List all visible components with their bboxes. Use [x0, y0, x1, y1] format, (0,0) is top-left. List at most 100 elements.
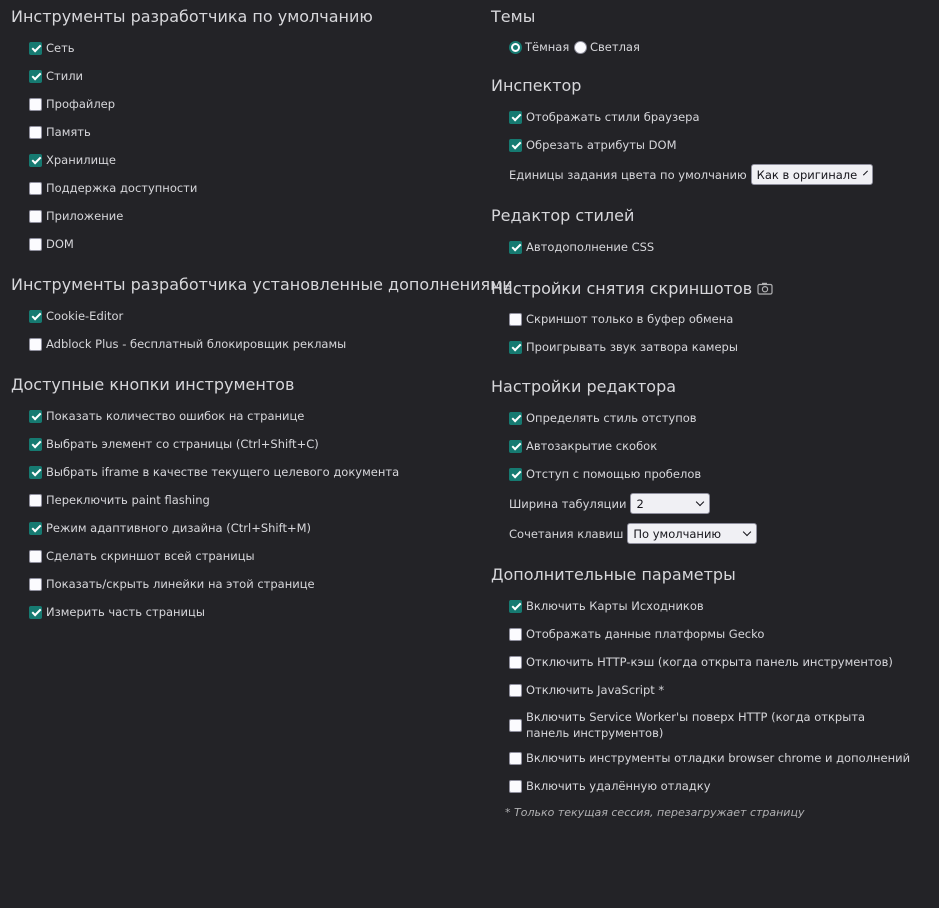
checkbox-label: Отображать стили браузера [526, 110, 700, 124]
profiler-checkbox[interactable] [29, 97, 42, 111]
toolbox-buttons-heading: Доступные кнопки инструментов [11, 375, 295, 394]
checkbox-row-pick-iframe[interactable]: Выбрать iframe в качестве текущего целев… [29, 465, 399, 479]
checkbox-label: Включить Карты Исходников [526, 599, 704, 613]
checkbox-row-measure[interactable]: Измерить часть страницы [29, 605, 205, 619]
light-theme-radio[interactable] [574, 40, 587, 54]
storage-checkbox[interactable] [29, 153, 42, 167]
detect-indent-checkbox[interactable] [509, 411, 522, 425]
checkbox-row-detect-indent[interactable]: Определять стиль отступов [509, 411, 697, 425]
cookie-editor-checkbox[interactable] [29, 309, 42, 323]
checkbox-label: Режим адаптивного дизайна (Ctrl+Shift+M) [46, 521, 312, 535]
checkbox-row-storage[interactable]: Хранилище [29, 153, 116, 167]
checkbox-label: Показать/скрыть линейки на этой странице [46, 577, 315, 591]
radio-row-light[interactable]: Светлая [574, 40, 640, 54]
checkbox-row-styles[interactable]: Стили [29, 69, 83, 83]
checkbox-label: Поддержка доступности [46, 181, 198, 195]
checkbox-row-browser-styles[interactable]: Отображать стили браузера [509, 110, 700, 124]
checkbox-label: Проигрывать звук затвора камеры [526, 340, 738, 354]
keymap-row: Сочетания клавиш По умолчанию [509, 523, 758, 544]
checkbox-label: Переключить paint flashing [46, 493, 210, 507]
chrome-debugging-checkbox[interactable] [509, 751, 522, 765]
checkbox-row-source-maps[interactable]: Включить Карты Исходников [509, 599, 704, 613]
accessibility-checkbox[interactable] [29, 181, 42, 195]
application-checkbox[interactable] [29, 209, 42, 223]
camera-icon [757, 282, 773, 295]
service-workers-checkbox[interactable] [509, 718, 522, 732]
responsive-design-checkbox[interactable] [29, 521, 42, 535]
checkbox-row-adblock[interactable]: Adblock Plus - бесплатный блокировщик ре… [29, 337, 346, 351]
truncate-dom-checkbox[interactable] [509, 138, 522, 152]
network-checkbox[interactable] [29, 41, 42, 55]
chevron-down-icon [743, 527, 752, 537]
tab-width-select[interactable]: 2 [630, 493, 711, 514]
checkbox-row-profiler[interactable]: Профайлер [29, 97, 115, 111]
checkbox-row-disable-cache[interactable]: Отключить HTTP-кэш (когда открыта панель… [509, 655, 893, 669]
pick-iframe-checkbox[interactable] [29, 465, 42, 479]
disable-cache-checkbox[interactable] [509, 655, 522, 669]
checkbox-row-truncate-dom[interactable]: Обрезать атрибуты DOM [509, 138, 677, 152]
dark-theme-radio[interactable] [509, 40, 522, 54]
checkbox-row-rulers[interactable]: Показать/скрыть линейки на этой странице [29, 577, 315, 591]
checkbox-row-shutter-sound[interactable]: Проигрывать звук затвора камеры [509, 340, 738, 354]
shutter-sound-checkbox[interactable] [509, 340, 522, 354]
checkbox-row-service-workers[interactable]: Включить Service Worker'ы поверх HTTP (к… [509, 709, 889, 741]
remote-debugging-checkbox[interactable] [509, 779, 522, 793]
checkbox-label: Включить Service Worker'ы поверх HTTP (к… [526, 710, 866, 740]
autoclose-brackets-checkbox[interactable] [509, 439, 522, 453]
default-tools-heading: Инструменты разработчика по умолчанию [11, 7, 373, 26]
checkbox-row-css-autocomplete[interactable]: Автодополнение CSS [509, 240, 654, 254]
checkbox-row-chrome-debugging[interactable]: Включить инструменты отладки browser chr… [509, 751, 910, 765]
checkbox-row-application[interactable]: Приложение [29, 209, 123, 223]
checkbox-row-accessibility[interactable]: Поддержка доступности [29, 181, 197, 195]
checkbox-label: Выбрать элемент со страницы (Ctrl+Shift+… [46, 437, 319, 451]
checkbox-row-autoclose-brackets[interactable]: Автозакрытие скобок [509, 439, 657, 453]
checkbox-row-error-count[interactable]: Показать количество ошибок на странице [29, 409, 304, 423]
styles-checkbox[interactable] [29, 69, 42, 83]
adblock-checkbox[interactable] [29, 337, 42, 351]
advanced-heading: Дополнительные параметры [491, 565, 736, 584]
radio-row-dark[interactable]: Тёмная [509, 40, 569, 54]
checkbox-row-screenshot[interactable]: Сделать скриншот всей страницы [29, 549, 255, 563]
measure-checkbox[interactable] [29, 605, 42, 619]
checkbox-row-paint-flashing[interactable]: Переключить paint flashing [29, 493, 210, 507]
checkbox-row-memory[interactable]: Память [29, 125, 91, 139]
checkbox-label: Автозакрытие скобок [526, 439, 658, 453]
source-maps-checkbox[interactable] [509, 599, 522, 613]
checkbox-label: Выбрать iframe в качестве текущего целев… [46, 465, 400, 479]
screenshot-checkbox[interactable] [29, 549, 42, 563]
tab-width-row: Ширина табуляции 2 [509, 493, 711, 514]
color-unit-row: Единицы задания цвета по умолчанию Как в… [509, 164, 873, 185]
tab-width-label: Ширина табуляции [509, 496, 627, 511]
style-editor-heading: Редактор стилей [491, 206, 635, 225]
addon-tools-heading: Инструменты разработчика установленные д… [11, 275, 513, 294]
rulers-checkbox[interactable] [29, 577, 42, 591]
dom-checkbox[interactable] [29, 237, 42, 251]
keymap-select[interactable]: По умолчанию [627, 523, 758, 544]
checkbox-label: Отступ с помощью пробелов [526, 467, 702, 481]
checkbox-row-cookie-editor[interactable]: Cookie-Editor [29, 309, 123, 323]
gecko-data-checkbox[interactable] [509, 627, 522, 641]
disable-js-checkbox[interactable] [509, 683, 522, 697]
checkbox-row-pick-element[interactable]: Выбрать элемент со страницы (Ctrl+Shift+… [29, 437, 319, 451]
checkbox-label: Память [46, 125, 91, 139]
checkbox-row-remote-debugging[interactable]: Включить удалённую отладку [509, 779, 711, 793]
checkbox-label: Cookie-Editor [46, 309, 124, 323]
browser-styles-checkbox[interactable] [509, 110, 522, 124]
checkbox-row-responsive-design[interactable]: Режим адаптивного дизайна (Ctrl+Shift+M) [29, 521, 311, 535]
checkbox-row-clipboard-only[interactable]: Скриншот только в буфер обмена [509, 312, 733, 326]
checkbox-row-network[interactable]: Сеть [29, 41, 75, 55]
css-autocomplete-checkbox[interactable] [509, 240, 522, 254]
checkbox-row-indent-spaces[interactable]: Отступ с помощью пробелов [509, 467, 701, 481]
indent-spaces-checkbox[interactable] [509, 467, 522, 481]
clipboard-only-checkbox[interactable] [509, 312, 522, 326]
checkbox-row-dom[interactable]: DOM [29, 237, 74, 251]
memory-checkbox[interactable] [29, 125, 42, 139]
checkbox-row-gecko-data[interactable]: Отображать данные платформы Gecko [509, 627, 764, 641]
pick-element-checkbox[interactable] [29, 437, 42, 451]
paint-flashing-checkbox[interactable] [29, 493, 42, 507]
color-unit-select[interactable]: Как в оригинале [750, 164, 873, 185]
checkbox-row-disable-js[interactable]: Отключить JavaScript * [509, 683, 664, 697]
checkbox-label: Приложение [46, 209, 124, 223]
error-count-checkbox[interactable] [29, 409, 42, 423]
checkbox-label: Отключить HTTP-кэш (когда открыта панель… [526, 655, 893, 669]
